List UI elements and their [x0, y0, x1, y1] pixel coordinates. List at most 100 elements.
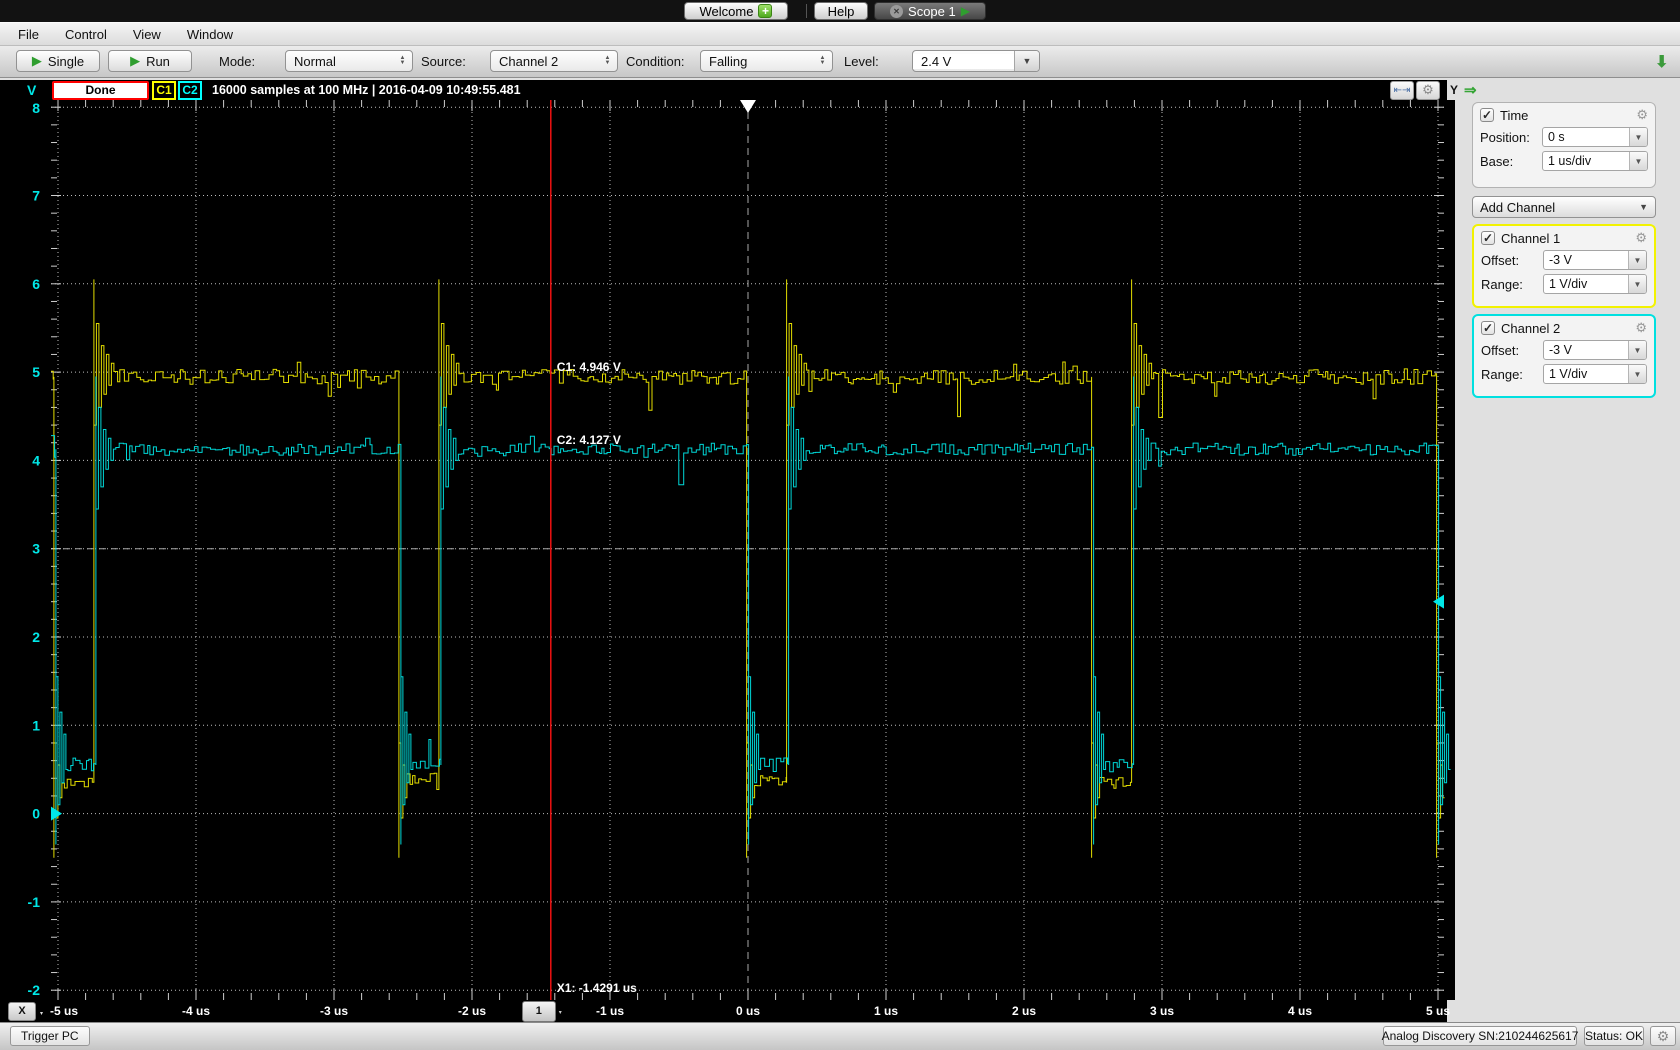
- add-channel-button[interactable]: Add Channel ▼: [1472, 196, 1656, 218]
- chevron-down-icon: ▼: [1628, 365, 1646, 383]
- source-select[interactable]: Channel 2 ▲ ▼: [490, 50, 618, 72]
- offset-label: Offset:: [1481, 252, 1520, 268]
- svg-text:0: 0: [32, 806, 40, 822]
- time-section: ✓ Time ⚙ Position: 0 s ▼ Base: 1 us/div …: [1472, 102, 1656, 188]
- svg-text:8: 8: [32, 100, 40, 116]
- tab-divider: [806, 4, 807, 18]
- position-label: Position:: [1480, 129, 1530, 145]
- x-tick-label: 2 us: [1011, 1004, 1037, 1018]
- close-tab-icon[interactable]: ✕: [890, 4, 904, 18]
- tab-welcome-label: Welcome: [699, 3, 754, 19]
- x-tick-label: 5 us: [1425, 1004, 1451, 1018]
- run-tab-icon[interactable]: ▶: [961, 5, 970, 17]
- gear-icon[interactable]: ⚙: [1635, 230, 1647, 246]
- gear-icon[interactable]: ⚙: [1636, 107, 1648, 123]
- svg-text:1: 1: [32, 717, 40, 733]
- range-value: 1 V/div: [1549, 277, 1588, 291]
- gear-icon[interactable]: ⚙: [1650, 1026, 1676, 1046]
- condition-label: Condition:: [626, 54, 685, 69]
- offset-value: -3 V: [1549, 253, 1572, 267]
- menu-control[interactable]: Control: [65, 27, 107, 42]
- x-axis-menu-button[interactable]: X: [8, 1002, 36, 1021]
- single-button[interactable]: ▶ Single: [16, 50, 100, 72]
- range-value: 1 V/div: [1549, 367, 1588, 381]
- channel1-range-select[interactable]: 1 V/div ▼: [1543, 274, 1647, 294]
- cursor1-handle[interactable]: 1: [521, 1001, 556, 1022]
- svg-text:3: 3: [32, 541, 40, 557]
- run-icon: ▶: [130, 53, 141, 68]
- menu-window[interactable]: Window: [187, 27, 233, 42]
- channel2-section: ✓ Channel 2 ⚙ Offset: -3 V ▼ Range: 1 V/…: [1472, 314, 1656, 398]
- level-input[interactable]: 2.4 V ▼: [912, 50, 1040, 72]
- channel2-range-select[interactable]: 1 V/div ▼: [1543, 364, 1647, 384]
- base-value: 1 us/div: [1548, 154, 1592, 168]
- tab-help[interactable]: Help: [814, 2, 868, 20]
- chevron-down-icon: ▼: [1639, 202, 1648, 212]
- single-icon: ▶: [31, 53, 42, 68]
- x-axis-label-row: X ▾ -5 us -4 us -3 us -2 us -1 us 0 us 1 us 2 u…: [0, 1000, 1451, 1022]
- menu-view[interactable]: View: [133, 27, 161, 42]
- x-tick-label: 1 us: [873, 1004, 899, 1018]
- condition-select[interactable]: Falling ▲ ▼: [700, 50, 833, 72]
- range-label: Range:: [1481, 366, 1523, 382]
- tab-help-label: Help: [827, 3, 855, 19]
- chevron-down-icon[interactable]: ▾: [555, 1008, 566, 1019]
- mode-label: Mode:: [219, 54, 256, 69]
- offset-label: Offset:: [1481, 342, 1520, 358]
- export-download-icon[interactable]: ⬇: [1655, 52, 1668, 72]
- y-axis-unit-label: V: [27, 82, 37, 98]
- chevron-down-icon[interactable]: ▼: [1014, 51, 1039, 71]
- status-ok-button[interactable]: Status: OK: [1584, 1026, 1644, 1046]
- fit-width-icon[interactable]: ⇤⇥: [1390, 80, 1414, 100]
- x-tick-label: 3 us: [1149, 1004, 1175, 1018]
- tab-bar: Welcome + Help ✕ Scope 1 ▶: [0, 0, 1680, 22]
- add-instrument-icon[interactable]: +: [758, 4, 773, 18]
- x-tick-label: 4 us: [1287, 1004, 1313, 1018]
- x-tick-label: -3 us: [319, 1004, 349, 1018]
- x-tick-label: -4 us: [181, 1004, 211, 1018]
- channel1-offset-select[interactable]: -3 V ▼: [1543, 250, 1647, 270]
- source-label: Source:: [421, 54, 466, 69]
- plot-toolbar-icons: ⇤⇥ ⚙ Y ⇒: [1390, 80, 1477, 100]
- x-tick-label: -1 us: [595, 1004, 625, 1018]
- time-checkbox[interactable]: ✓: [1480, 108, 1494, 122]
- svg-text:6: 6: [32, 276, 40, 292]
- svg-text:5: 5: [32, 364, 40, 380]
- time-position-select[interactable]: 0 s ▼: [1542, 127, 1648, 147]
- channel2-chip[interactable]: C2: [178, 81, 202, 100]
- channel1-chip[interactable]: C1: [152, 81, 176, 100]
- svg-text:C2: 4.127 V: C2: 4.127 V: [557, 433, 621, 447]
- tab-scope1[interactable]: ✕ Scope 1 ▶: [874, 2, 986, 20]
- acquisition-status-button[interactable]: Done: [52, 81, 149, 100]
- stepper-icon: ▲ ▼: [604, 55, 611, 66]
- gear-icon[interactable]: ⚙: [1635, 320, 1647, 336]
- chevron-down-icon: ▼: [1628, 341, 1646, 359]
- single-label: Single: [47, 53, 85, 69]
- scope-display-area: V Done C1 C2 16000 samples at 100 MHz | …: [0, 80, 1455, 1022]
- run-label: Run: [146, 53, 170, 69]
- channel2-title: Channel 2: [1501, 320, 1561, 336]
- channel1-checkbox[interactable]: ✓: [1481, 231, 1495, 245]
- device-button[interactable]: Analog Discovery SN:210244625617: [1382, 1026, 1578, 1046]
- tab-welcome[interactable]: Welcome +: [684, 2, 788, 20]
- expand-right-icon[interactable]: ⇒: [1464, 81, 1477, 99]
- time-title: Time: [1500, 107, 1529, 123]
- time-base-select[interactable]: 1 us/div ▼: [1542, 151, 1648, 171]
- channel2-offset-select[interactable]: -3 V ▼: [1543, 340, 1647, 360]
- chevron-down-icon[interactable]: ▾: [36, 1010, 47, 1019]
- y-panel-label: Y: [1450, 83, 1459, 97]
- chevron-down-icon: ▼: [1628, 275, 1646, 293]
- mode-select[interactable]: Normal ▲ ▼: [285, 50, 413, 72]
- waveforms-app-window: Welcome + Help ✕ Scope 1 ▶ File Control …: [0, 0, 1680, 1050]
- gear-icon[interactable]: ⚙: [1416, 80, 1440, 100]
- oscilloscope-plot[interactable]: 8 7 6 5 4 3 2 1 0 -1 -2 C1: 4.946 V C2: 4.127 V X1: -…: [0, 100, 1455, 1000]
- menu-file[interactable]: File: [18, 27, 39, 42]
- svg-text:4: 4: [32, 452, 40, 468]
- trigger-pc-button[interactable]: Trigger PC: [10, 1026, 90, 1046]
- menu-bar: File Control View Window: [0, 22, 1680, 46]
- svg-text:-1: -1: [28, 894, 41, 910]
- channel2-checkbox[interactable]: ✓: [1481, 321, 1495, 335]
- run-button[interactable]: ▶ Run: [108, 50, 192, 72]
- capture-info-text: 16000 samples at 100 MHz | 2016-04-09 10…: [212, 83, 521, 97]
- level-label: Level:: [844, 54, 879, 69]
